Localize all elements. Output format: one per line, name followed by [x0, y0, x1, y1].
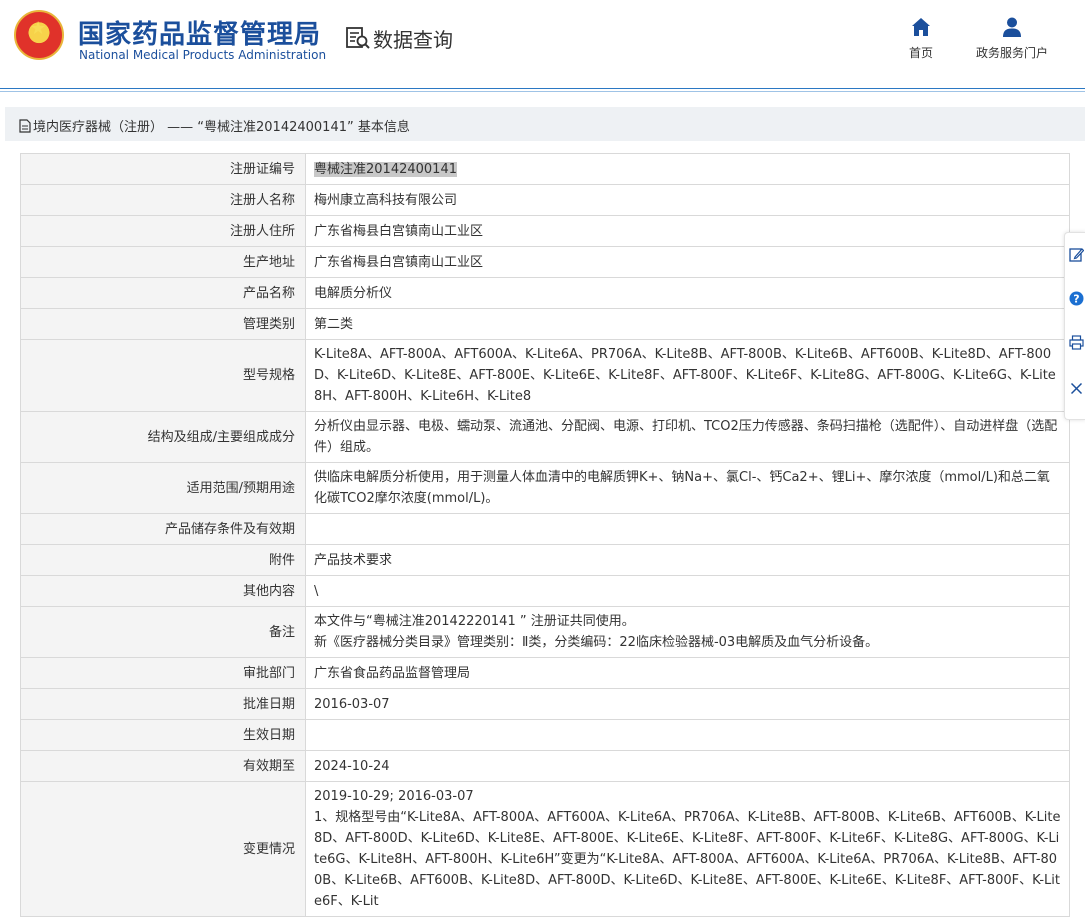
table-row: 有效期至 2024-10-24: [20, 750, 1070, 782]
side-toolbar: ?: [1064, 232, 1085, 420]
nav-home-label: 首页: [908, 46, 933, 60]
field-label: 批准日期: [20, 688, 306, 720]
field-value: 第二类: [305, 308, 1070, 340]
close-icon[interactable]: [1069, 381, 1084, 396]
registration-number-value: 粤械注准20142400141: [314, 161, 457, 177]
field-value: 2016-03-07: [305, 688, 1070, 720]
field-value: [305, 513, 1070, 545]
document-icon: [19, 118, 31, 133]
site-header: ★ 国家药品监督管理局 National Medical Products Ad…: [0, 0, 1085, 88]
header-divider: [0, 88, 1085, 89]
change-line: 2019-10-29; 2016-03-07: [314, 789, 474, 804]
field-label: 生效日期: [20, 719, 306, 751]
field-label: 备注: [20, 606, 306, 658]
table-row: 结构及组成/主要组成成分 分析仪由显示器、电极、蠕动泵、流通池、分配阀、电源、打…: [20, 411, 1070, 463]
field-value: 广东省梅县白宫镇南山工业区: [305, 215, 1070, 247]
table-row: 适用范围/预期用途 供临床电解质分析使用，用于测量人体血清中的电解质钾K+、钠N…: [20, 462, 1070, 514]
search-document-icon: [346, 27, 370, 49]
table-row: 注册人住所 广东省梅县白宫镇南山工业区: [20, 215, 1070, 247]
remark-line: 本文件与“粤械注准20142220141 ” 注册证共同使用。: [314, 614, 635, 629]
field-value: 分析仪由显示器、电极、蠕动泵、流通池、分配阀、电源、打印机、TCO2压力传感器、…: [305, 411, 1070, 463]
table-row: 产品名称 电解质分析仪: [20, 277, 1070, 309]
registration-info-table: 注册证编号 粤械注准20142400141 注册人名称 梅州康立高科技有限公司 …: [20, 153, 1070, 917]
field-label: 结构及组成/主要组成成分: [20, 411, 306, 463]
change-line: 1、规格型号由“K-Lite8A、AFT-800A、AFT600A、K-Lite…: [314, 810, 1061, 909]
field-value: 电解质分析仪: [305, 277, 1070, 309]
table-row: 生产地址 广东省梅县白宫镇南山工业区: [20, 246, 1070, 278]
field-label: 管理类别: [20, 308, 306, 340]
nav-service-portal[interactable]: 政务服务门户: [968, 16, 1056, 61]
field-label: 变更情况: [20, 781, 306, 917]
nav-home[interactable]: 首页: [902, 16, 940, 61]
svg-text:?: ?: [1073, 293, 1079, 306]
data-query-title: 数据查询: [345, 24, 453, 52]
field-value: K-Lite8A、AFT-800A、AFT600A、K-Lite6A、PR706…: [305, 339, 1070, 412]
home-icon: [912, 18, 930, 36]
field-value: [305, 719, 1070, 751]
print-icon[interactable]: [1069, 335, 1084, 350]
field-value: 本文件与“粤械注准20142220141 ” 注册证共同使用。 新《医疗器械分类…: [305, 606, 1070, 658]
field-label: 有效期至: [20, 750, 306, 782]
field-label: 产品储存条件及有效期: [20, 513, 306, 545]
table-row: 批准日期 2016-03-07: [20, 688, 1070, 720]
edit-icon[interactable]: [1069, 247, 1084, 262]
field-value: 供临床电解质分析使用，用于测量人体血清中的电解质钾K+、钠Na+、氯Cl-、钙C…: [305, 462, 1070, 514]
field-label: 审批部门: [20, 657, 306, 689]
table-row: 变更情况 2019-10-29; 2016-03-07 1、规格型号由“K-Li…: [20, 781, 1070, 917]
national-emblem-logo: ★: [14, 10, 64, 60]
nav-service-portal-label: 政务服务门户: [975, 46, 1048, 60]
field-value: \: [305, 575, 1070, 607]
table-row: 审批部门 广东省食品药品监督管理局: [20, 657, 1070, 689]
table-row: 型号规格 K-Lite8A、AFT-800A、AFT600A、K-Lite6A、…: [20, 339, 1070, 412]
field-value: 广东省梅县白宫镇南山工业区: [305, 246, 1070, 278]
field-value: 广东省食品药品监督管理局: [305, 657, 1070, 689]
field-value: 产品技术要求: [305, 544, 1070, 576]
breadcrumb-text: 境内医疗器械（注册） —— “粤械注准20142400141” 基本信息: [33, 120, 410, 135]
field-label: 注册人住所: [20, 215, 306, 247]
field-value: 粤械注准20142400141: [305, 153, 1070, 185]
table-row: 附件 产品技术要求: [20, 544, 1070, 576]
field-label: 产品名称: [20, 277, 306, 309]
field-label: 附件: [20, 544, 306, 576]
user-icon: [1003, 17, 1021, 37]
field-value: 2019-10-29; 2016-03-07 1、规格型号由“K-Lite8A、…: [305, 781, 1070, 917]
header-divider-light: [0, 91, 1085, 92]
field-label: 型号规格: [20, 339, 306, 412]
table-row: 备注 本文件与“粤械注准20142220141 ” 注册证共同使用。 新《医疗器…: [20, 606, 1070, 658]
field-label: 其他内容: [20, 575, 306, 607]
agency-name-en[interactable]: National Medical Products Administration: [79, 48, 326, 62]
table-row: 其他内容 \: [20, 575, 1070, 607]
field-label: 适用范围/预期用途: [20, 462, 306, 514]
agency-name-cn[interactable]: 国家药品监督管理局: [78, 14, 321, 51]
table-row: 管理类别 第二类: [20, 308, 1070, 340]
table-row: 注册证编号 粤械注准20142400141: [20, 153, 1070, 185]
breadcrumb: 境内医疗器械（注册） —— “粤械注准20142400141” 基本信息: [5, 107, 1085, 141]
help-icon[interactable]: ?: [1069, 291, 1084, 306]
table-row: 注册人名称 梅州康立高科技有限公司: [20, 184, 1070, 216]
field-value: 梅州康立高科技有限公司: [305, 184, 1070, 216]
field-value: 2024-10-24: [305, 750, 1070, 782]
field-label: 注册证编号: [20, 153, 306, 185]
table-row: 生效日期: [20, 719, 1070, 751]
field-label: 生产地址: [20, 246, 306, 278]
field-label: 注册人名称: [20, 184, 306, 216]
data-query-label: 数据查询: [373, 27, 453, 52]
table-row: 产品储存条件及有效期: [20, 513, 1070, 545]
remark-line: 新《医疗器械分类目录》管理类别：Ⅱ类，分类编码：22临床检验器械-03电解质及血…: [314, 635, 879, 650]
